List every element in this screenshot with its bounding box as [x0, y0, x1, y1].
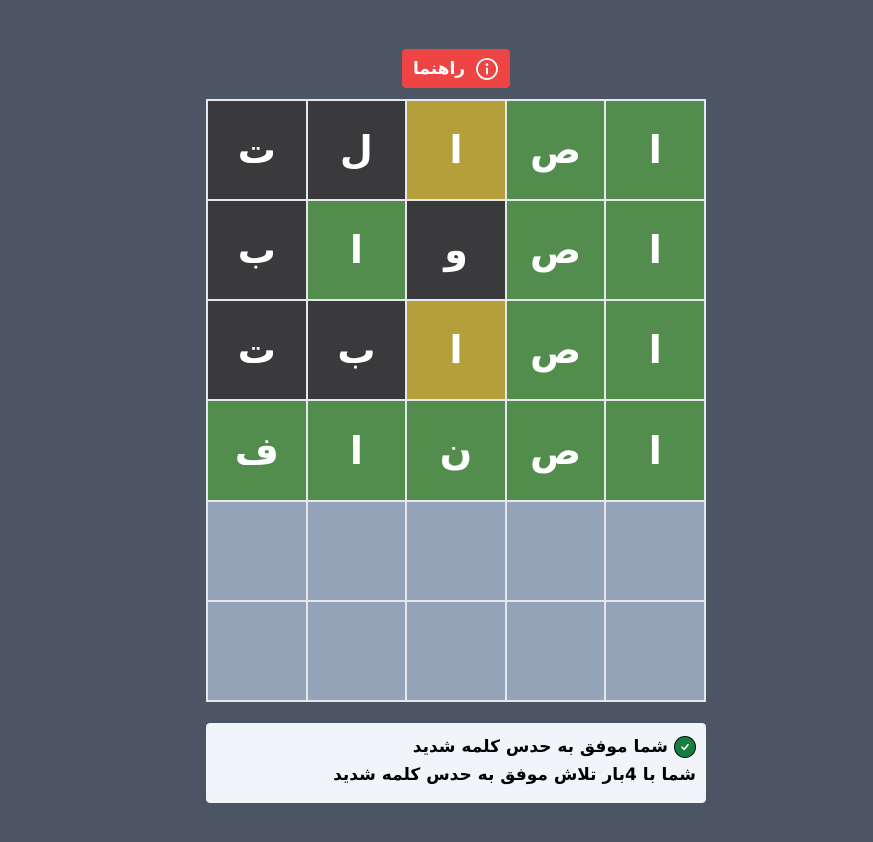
board-tile: ا	[307, 401, 406, 500]
board-tile	[506, 601, 605, 700]
game-board: اصالتاصواباصابتاصناف	[206, 99, 706, 702]
board-tile: ص	[506, 201, 605, 300]
board-tile	[307, 601, 406, 700]
help-button[interactable]: راهنما	[402, 49, 510, 88]
board-tile: ص	[506, 301, 605, 400]
board-tile: ا	[606, 401, 704, 500]
info-icon	[475, 57, 499, 81]
result-message: شما موفق به حدس کلمه شدید	[412, 737, 668, 757]
result-detail: شما با 4بار تلاش موفق به حدس کلمه شدید	[333, 765, 696, 785]
board-tile: ل	[307, 101, 406, 200]
board-tile: ا	[307, 201, 406, 300]
board-tile: ا	[407, 301, 505, 400]
board-tile	[506, 501, 605, 600]
board-tile: ب	[307, 301, 406, 400]
board-tile: ا	[606, 301, 704, 400]
board-tile	[606, 601, 704, 700]
board-tile: ت	[208, 101, 306, 200]
result-panel: شما موفق به حدس کلمه شدید شما با 4بار تل…	[206, 723, 706, 803]
board-tile: ت	[208, 301, 306, 400]
game-page: راهنما اصالتاصواباصابتاصناف شما موفق به …	[0, 0, 873, 842]
help-button-label: راهنما	[412, 58, 466, 79]
check-circle-icon	[674, 736, 696, 758]
board-tile: ف	[208, 401, 306, 500]
board-tile: و	[407, 201, 505, 300]
board-tile	[407, 601, 505, 700]
board-tile: ص	[506, 401, 605, 500]
board-tile: ن	[407, 401, 505, 500]
board-tile	[606, 501, 704, 600]
board-tile: ا	[606, 201, 704, 300]
board-tile	[208, 601, 306, 700]
board-tile	[307, 501, 406, 600]
board-tile	[407, 501, 505, 600]
board-tile: ا	[606, 101, 704, 200]
board-tile: ب	[208, 201, 306, 300]
board-tile: ص	[506, 101, 605, 200]
board-tile: ا	[407, 101, 505, 200]
board-tile	[208, 501, 306, 600]
